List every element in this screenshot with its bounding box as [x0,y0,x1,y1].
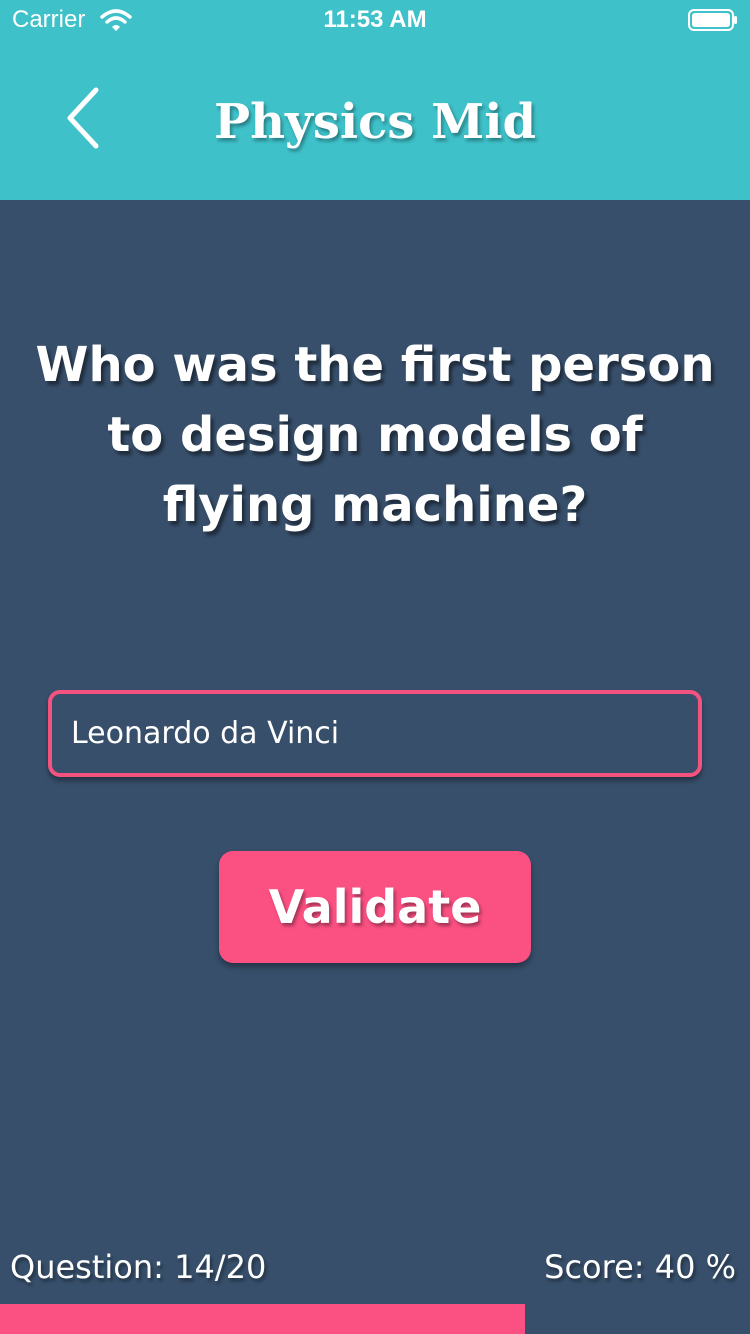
header-bar: Carrier 11:53 AM Physics Mid [0,0,750,200]
answer-input[interactable] [48,690,702,777]
score-label: Score: 40 % [544,1248,736,1286]
validate-button[interactable]: Validate [219,851,531,963]
status-bar: Carrier 11:53 AM [0,0,750,40]
progress-bar [0,1304,750,1334]
question-text: Who was the first person to design model… [35,337,715,533]
progress-fill [0,1304,525,1334]
battery-icon [688,9,737,31]
question-counter: Question: 14/20 [10,1248,267,1286]
status-time: 11:53 AM [323,6,427,33]
page-title: Physics Mid [213,94,537,150]
